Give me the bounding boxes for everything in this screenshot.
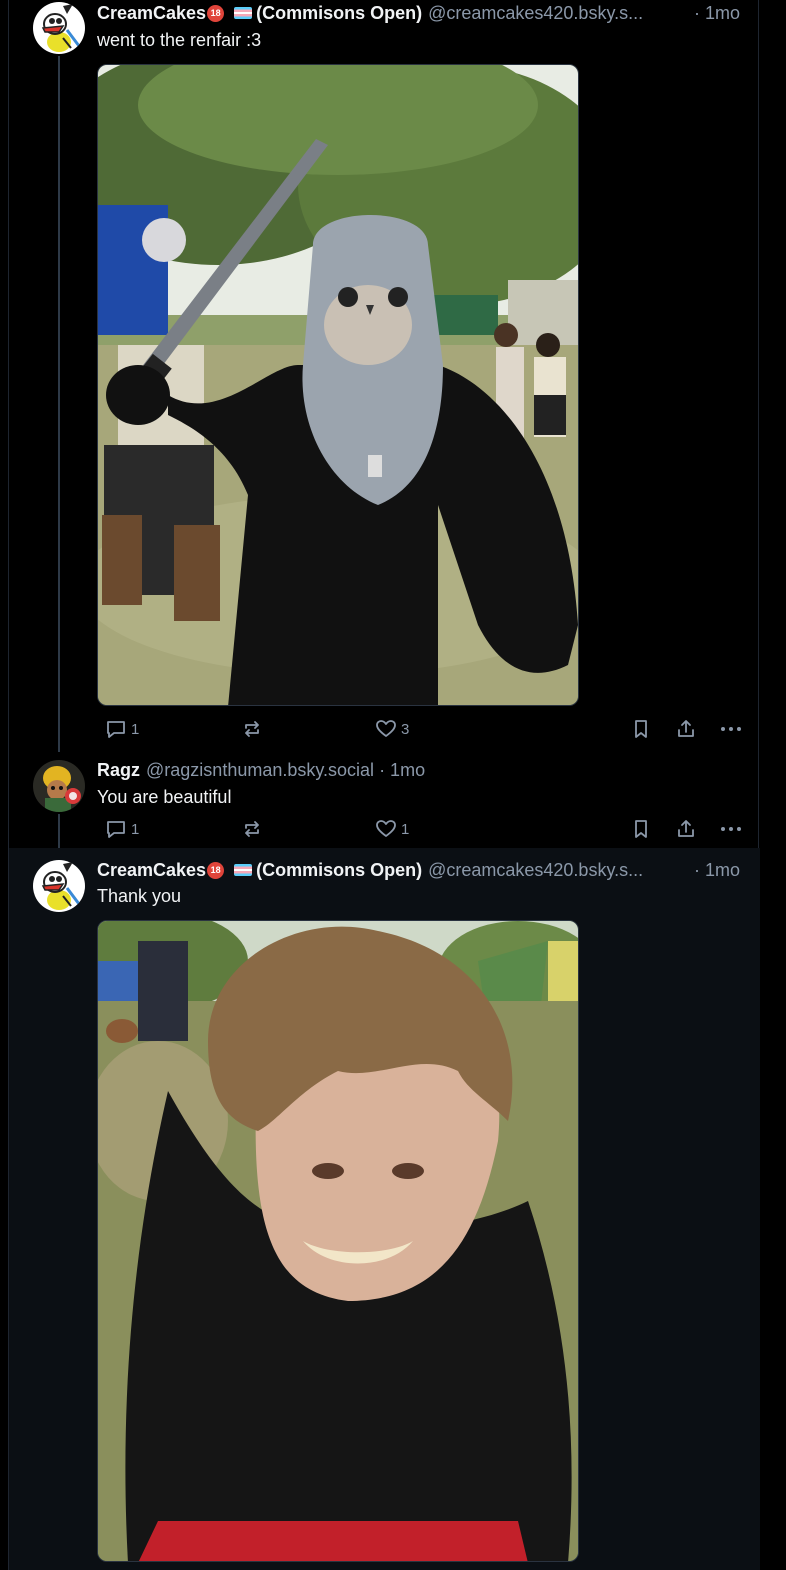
reply-count: 1	[131, 820, 140, 838]
timestamp[interactable]: · 1mo	[694, 860, 740, 881]
reply-count: 1	[131, 720, 140, 738]
reply-button[interactable]: 1	[105, 718, 139, 740]
like-button[interactable]: 3	[375, 718, 409, 740]
post-header: CreamCakes 18 (Commisons Open) @creamcak…	[97, 1, 740, 25]
avatar[interactable]	[33, 860, 85, 912]
like-count: 1	[401, 820, 410, 838]
bookmark-icon	[635, 820, 647, 838]
more-icon	[721, 827, 741, 831]
display-name[interactable]: CreamCakes	[97, 3, 206, 24]
cartoon-duck-avatar-icon	[33, 2, 85, 54]
bookmark-button[interactable]	[630, 718, 652, 740]
post-renfair[interactable]: CreamCakes 18 (Commisons Open) @creamcak…	[9, 0, 760, 752]
selfie-photo-icon	[98, 921, 578, 1561]
post-thank-you[interactable]: CreamCakes 18 (Commisons Open) @creamcak…	[9, 848, 760, 1570]
more-icon	[721, 727, 741, 731]
timestamp[interactable]: · 1mo	[379, 760, 425, 781]
display-name-suffix[interactable]: (Commisons Open)	[256, 860, 422, 881]
handle[interactable]: @creamcakes420.bsky.s...	[428, 3, 688, 24]
post-image[interactable]	[97, 64, 579, 706]
thread-line	[58, 814, 60, 848]
post-header: CreamCakes 18 (Commisons Open) @creamcak…	[97, 858, 740, 882]
display-name[interactable]: Ragz	[97, 760, 140, 781]
share-button[interactable]	[675, 818, 697, 840]
age-badge: 18	[207, 4, 225, 22]
more-options-button[interactable]	[719, 818, 743, 840]
trans-flag-icon	[234, 864, 253, 876]
post-image[interactable]	[97, 920, 579, 1562]
timestamp[interactable]: · 1mo	[694, 3, 740, 24]
cartoon-duck-avatar-icon	[33, 860, 85, 912]
reply-icon	[107, 821, 125, 838]
age-badge: 18	[207, 861, 225, 879]
heart-icon	[376, 820, 396, 837]
handle[interactable]: @ragzisnthuman.bsky.social	[146, 760, 374, 781]
more-options-button[interactable]	[719, 718, 743, 740]
handle[interactable]: @creamcakes420.bsky.s...	[428, 860, 688, 881]
thread-line	[58, 56, 60, 752]
display-name[interactable]: CreamCakes	[97, 860, 206, 881]
avatar[interactable]	[33, 2, 85, 54]
post-text: went to the renfair :3	[97, 30, 262, 50]
post-actions: 1 3	[97, 718, 749, 742]
post-text: Thank you	[97, 886, 182, 906]
bookmark-icon	[635, 720, 647, 738]
reply-icon	[107, 721, 125, 738]
feed-column: CreamCakes 18 (Commisons Open) @creamcak…	[8, 0, 760, 1570]
share-icon	[678, 720, 694, 737]
like-count: 3	[401, 720, 410, 738]
share-icon	[678, 820, 694, 837]
repost-icon	[245, 721, 259, 737]
heart-icon	[376, 720, 396, 737]
figure-avatar-icon	[33, 760, 85, 812]
share-button[interactable]	[675, 718, 697, 740]
post-actions: 1 1	[97, 818, 749, 842]
repost-icon	[245, 821, 259, 837]
post-header: Ragz @ragzisnthuman.bsky.social · 1mo	[97, 758, 740, 782]
like-button[interactable]: 1	[375, 818, 409, 840]
bookmark-button[interactable]	[630, 818, 652, 840]
display-name-suffix[interactable]: (Commisons Open)	[256, 3, 422, 24]
renfair-chainmail-photo-icon	[98, 65, 578, 705]
post-text: You are beautiful	[97, 787, 232, 807]
trans-flag-icon	[234, 7, 253, 19]
reply-button[interactable]: 1	[105, 818, 139, 840]
avatar[interactable]	[33, 760, 85, 812]
repost-button[interactable]	[241, 718, 263, 740]
post-reply-ragz[interactable]: Ragz @ragzisnthuman.bsky.social · 1mo Yo…	[9, 752, 760, 848]
repost-button[interactable]	[241, 818, 263, 840]
